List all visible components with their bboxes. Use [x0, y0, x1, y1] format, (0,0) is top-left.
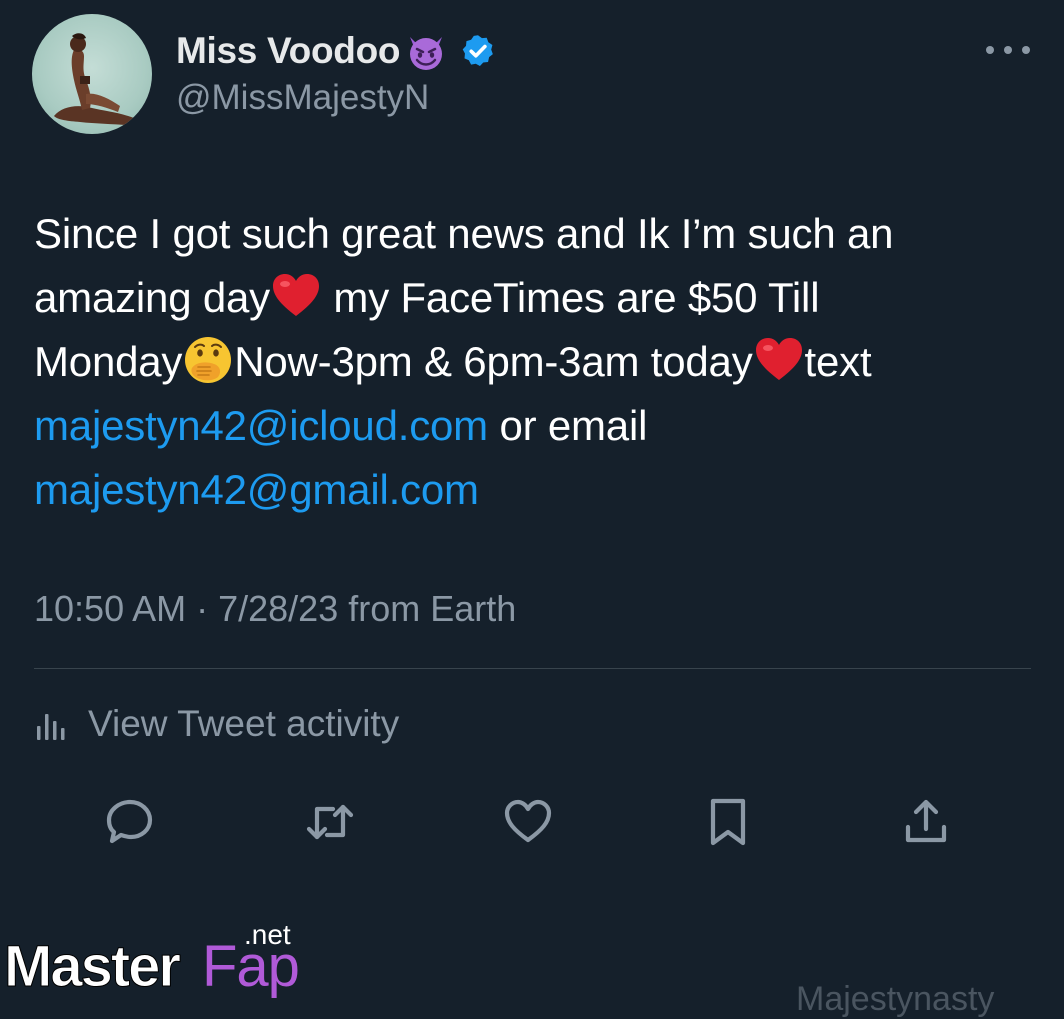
bar-chart-icon [37, 714, 65, 740]
more-dot [1004, 46, 1012, 54]
tweet-time[interactable]: 10:50 AM [34, 588, 186, 629]
verified-badge-icon[interactable] [460, 33, 496, 69]
more-dot [1022, 46, 1030, 54]
tweet-line-2: amazing day my FaceTimes are $50 Till [34, 266, 1034, 330]
heart-icon [504, 799, 552, 843]
tweet-header: Miss Voodoo @MissMajestyN [32, 14, 1032, 134]
tweet-text-segment: or email [487, 402, 648, 449]
face-with-hand-over-mouth-emoji-icon [185, 337, 232, 383]
handle[interactable]: @MissMajestyN [176, 78, 496, 118]
meta-separator: · [186, 588, 219, 629]
share-icon [905, 799, 947, 843]
tweet-line-3: Monday Now-3pm & 6pm-3am today text [34, 330, 1034, 394]
tweet-line-5: majestyn42@gmail.com [34, 458, 1034, 522]
bookmark-icon [710, 798, 746, 846]
smiling-devil-emoji-icon [410, 37, 443, 70]
more-dot [986, 46, 994, 54]
display-name[interactable]: Miss Voodoo [176, 30, 400, 72]
tweet-text-segment: Since I got such great news and Ik I’m s… [34, 210, 894, 257]
tweet-text-segment: Now-3pm & 6pm-3am today [234, 338, 753, 385]
red-heart-emoji-icon [755, 338, 802, 380]
tweet-text-segment: amazing day [34, 274, 270, 321]
display-name-row: Miss Voodoo [176, 28, 496, 74]
watermark-master: Master [4, 934, 180, 999]
tweet-text-segment: my FaceTimes are $50 Till [321, 274, 820, 321]
tweet-text-segment: Monday [34, 338, 183, 385]
email-link-icloud[interactable]: majestyn42@icloud.com [34, 402, 488, 449]
reply-button[interactable] [100, 792, 160, 852]
divider [34, 668, 1031, 669]
tweet-text-segment: text [804, 338, 872, 385]
email-link-gmail[interactable]: majestyn42@gmail.com [34, 466, 479, 513]
masterfap-logo-icon: Master Fap .net [4, 919, 300, 1000]
view-tweet-activity-button[interactable]: View Tweet activity [34, 700, 399, 748]
share-button[interactable] [896, 792, 956, 852]
tweet-source: from Earth [338, 588, 517, 629]
tweet-meta: 10:50 AM · 7/28/23 from Earth [34, 588, 516, 630]
like-button[interactable] [498, 792, 558, 852]
tweet-body: Since I got such great news and Ik I’m s… [34, 202, 1034, 522]
reply-icon [106, 799, 153, 844]
activity-label: View Tweet activity [88, 703, 400, 744]
tweet-actions [0, 792, 1064, 852]
red-heart-emoji-icon [272, 274, 319, 316]
tweet-date[interactable]: 7/28/23 [218, 588, 338, 629]
tweet-line-1: Since I got such great news and Ik I’m s… [34, 202, 1034, 266]
avatar[interactable] [32, 14, 152, 134]
bookmark-button[interactable] [698, 792, 758, 852]
retweet-icon [306, 804, 354, 840]
watermark-tld: .net [244, 919, 291, 950]
author-names: Miss Voodoo @MissMajestyN [176, 28, 496, 118]
more-dots-icon[interactable] [986, 42, 1030, 58]
tweet-line-4: majestyn42@icloud.com or email [34, 394, 1034, 458]
watermark-logo: Master Fap .net [4, 918, 314, 1000]
retweet-button[interactable] [300, 792, 360, 852]
